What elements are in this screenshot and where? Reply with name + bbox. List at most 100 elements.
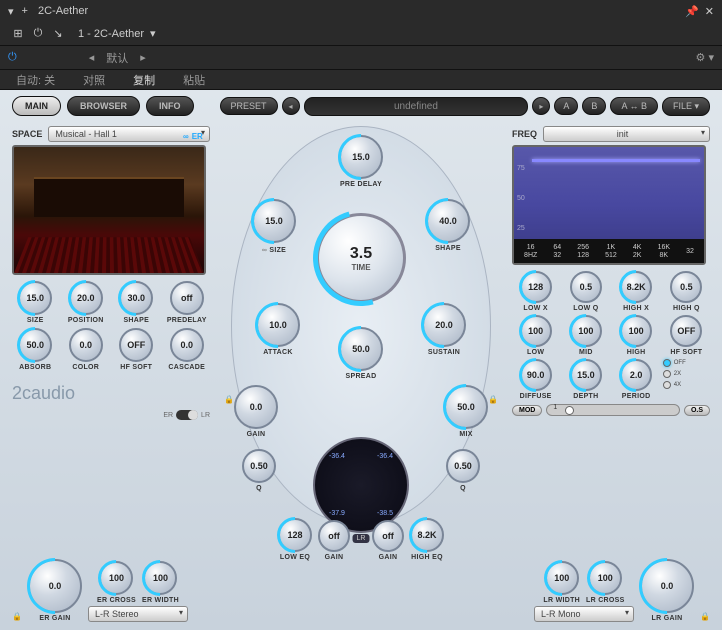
knob-predelay[interactable]: offPREDELAY [164, 281, 211, 324]
lock-icon[interactable]: 🔒 [224, 395, 234, 405]
power-toggle-icon[interactable]: ⏻ [8, 51, 17, 64]
add-icon[interactable]: + [22, 5, 28, 18]
file-button[interactable]: FILE ▾ [662, 97, 710, 116]
er-lr-toggle[interactable]: ERLR [12, 410, 210, 420]
pin-icon[interactable]: 📌 [685, 5, 699, 18]
ab-swap-button[interactable]: A ↔ B [610, 97, 658, 115]
preset-prev-button[interactable]: ◂ [282, 97, 300, 115]
chevron-down-icon[interactable]: ▾ [150, 27, 156, 40]
auto-label: 自动: 关 [8, 70, 63, 90]
knob-attack[interactable]: 10.0ATTACK [256, 303, 300, 356]
dropdown-icon[interactable]: ▾ [8, 5, 14, 18]
knob-low[interactable]: 100LOW [512, 315, 559, 356]
tab-browser[interactable]: BROWSER [67, 96, 140, 116]
lock-icon[interactable]: 🔒 [700, 612, 710, 622]
stereo-scope: -36.4 -36.4 -37.9 -38.5 LR [313, 437, 409, 533]
close-icon[interactable]: ✕ [705, 5, 714, 18]
snapshot-b-button[interactable]: B [582, 97, 606, 115]
grid-icon[interactable]: ⊞ [8, 24, 28, 44]
os-button[interactable]: O.S [684, 405, 710, 416]
default-label[interactable]: 默认 [106, 50, 128, 66]
knob-shape-main[interactable]: 40.0SHAPE [426, 199, 470, 252]
window-titlebar: ▾ + 2C-Aether 📌 ✕ [0, 0, 722, 22]
er-link-icon[interactable]: ∞ ER [183, 132, 203, 141]
knob-highq[interactable]: 0.5HIGH Q [663, 271, 710, 312]
knob-highx[interactable]: 8.2KHIGH X [613, 271, 660, 312]
plugin-body: MAIN BROWSER INFO PRESET ◂ undefined ▸ A… [0, 90, 722, 630]
knob-gain-l[interactable]: offGAIN [318, 520, 350, 561]
preset-next-button[interactable]: ▸ [532, 97, 550, 115]
knob-position[interactable]: 20.0POSITION [63, 281, 110, 324]
oversample-toggles: OFF 2X 4X [663, 359, 710, 400]
paste-button[interactable]: 粘贴 [175, 70, 213, 90]
knob-er-width[interactable]: 100ER WIDTH [142, 561, 179, 604]
freq-preset-dropdown[interactable]: init [543, 126, 710, 142]
lock-icon[interactable]: 🔒 [12, 612, 22, 622]
space-knob-grid: 15.0SIZE 20.0POSITION 30.0SHAPE offPREDE… [12, 281, 210, 371]
knob-sustain[interactable]: 20.0SUSTAIN [422, 303, 466, 356]
knob-mix[interactable]: 50.0MIX [444, 385, 488, 438]
mod-slider[interactable]: 1 [546, 404, 680, 416]
knob-time[interactable]: 3.5TIME [316, 213, 406, 303]
knob-absorb[interactable]: 50.0ABSORB [12, 328, 59, 371]
knob-er-cross[interactable]: 100ER CROSS [97, 561, 136, 604]
brand-logo: 2caudio [12, 383, 210, 404]
knob-spread[interactable]: 50.0SPREAD [339, 327, 383, 380]
tab-main[interactable]: MAIN [12, 96, 61, 116]
radio-4x[interactable] [663, 381, 671, 389]
chevron-right-icon[interactable]: ▸ [140, 51, 146, 64]
knob-gain[interactable]: 0.0GAIN [234, 385, 278, 438]
knob-q-right[interactable]: 0.50Q [446, 449, 480, 492]
lr-badge[interactable]: LR [353, 534, 370, 543]
preset-display[interactable]: undefined [304, 97, 529, 116]
freq-label: FREQ [512, 129, 537, 139]
freq-graph[interactable]: 75 50 25 168HZ 6432 256128 1K512 4K2K 16… [512, 145, 706, 265]
freq-section: FREQ init 75 50 25 168HZ 6432 256128 1K5… [512, 126, 710, 561]
mod-button[interactable]: MOD [512, 405, 542, 416]
lock-icon[interactable]: 🔒 [488, 395, 498, 405]
tab-info[interactable]: INFO [146, 96, 194, 116]
knob-lr-width[interactable]: 100LR WIDTH [543, 561, 580, 604]
knob-gain-r[interactable]: offGAIN [372, 520, 404, 561]
preset-slot[interactable]: 1 - 2C-Aether [78, 28, 144, 40]
lr-mode-dropdown[interactable]: L-R Mono [534, 606, 634, 622]
radio-off[interactable] [663, 359, 671, 367]
knob-lowx[interactable]: 128LOW X [512, 271, 559, 312]
window-title: 2C-Aether [38, 5, 88, 17]
knob-cascade[interactable]: 0.0CASCADE [164, 328, 211, 371]
knob-lr-gain[interactable]: 0.0LR GAIN [640, 559, 694, 622]
compare-button[interactable]: 对照 [75, 70, 113, 90]
knob-size-main[interactable]: 15.0∞ SIZE [252, 199, 296, 254]
arrow-icon[interactable]: ↘ [48, 24, 68, 44]
bottom-row: 🔒 0.0ER GAIN 100ER CROSS 100ER WIDTH L-R… [12, 559, 710, 622]
chevron-left-icon[interactable]: ◂ [89, 51, 95, 64]
knob-high[interactable]: 100HIGH [613, 315, 660, 356]
copy-button[interactable]: 复制 [125, 70, 163, 90]
knob-mid[interactable]: 100MID [562, 315, 609, 356]
gear-icon[interactable]: ⚙ ▾ [696, 51, 714, 64]
space-label: SPACE [12, 129, 42, 139]
knob-q-left[interactable]: 0.50Q [242, 449, 276, 492]
knob-hfsoft-r[interactable]: OFFHF SOFT [663, 315, 710, 356]
knob-size[interactable]: 15.0SIZE [12, 281, 59, 324]
knob-hfsoft[interactable]: OFFHF SOFT [113, 328, 160, 371]
knob-lowq[interactable]: 0.5LOW Q [562, 271, 609, 312]
knob-color[interactable]: 0.0COLOR [63, 328, 110, 371]
power-icon[interactable]: ⏻ [28, 24, 48, 44]
knob-er-gain[interactable]: 0.0ER GAIN [28, 559, 82, 622]
knob-predelay-main[interactable]: 15.0PRE DELAY [339, 135, 383, 188]
radio-2x[interactable] [663, 370, 671, 378]
space-image[interactable] [12, 145, 206, 275]
knob-loweq[interactable]: 128LOW EQ [278, 518, 312, 561]
er-mode-dropdown[interactable]: L-R Stereo [88, 606, 188, 622]
knob-period[interactable]: 2.0PERIOD [613, 359, 660, 400]
knob-diffuse[interactable]: 90.0DIFFUSE [512, 359, 559, 400]
knob-shape[interactable]: 30.0SHAPE [113, 281, 160, 324]
knob-depth[interactable]: 15.0DEPTH [562, 359, 609, 400]
preset-label: PRESET [220, 97, 278, 115]
nav-row: MAIN BROWSER INFO PRESET ◂ undefined ▸ A… [0, 90, 722, 122]
snapshot-a-button[interactable]: A [554, 97, 578, 115]
center-section: ∞ ER 15.0PRE DELAY 15.0∞ SIZE 40.0SHAPE … [218, 126, 504, 561]
knob-higheq[interactable]: 8.2KHIGH EQ [410, 518, 444, 561]
knob-lr-cross[interactable]: 100LR CROSS [586, 561, 625, 604]
